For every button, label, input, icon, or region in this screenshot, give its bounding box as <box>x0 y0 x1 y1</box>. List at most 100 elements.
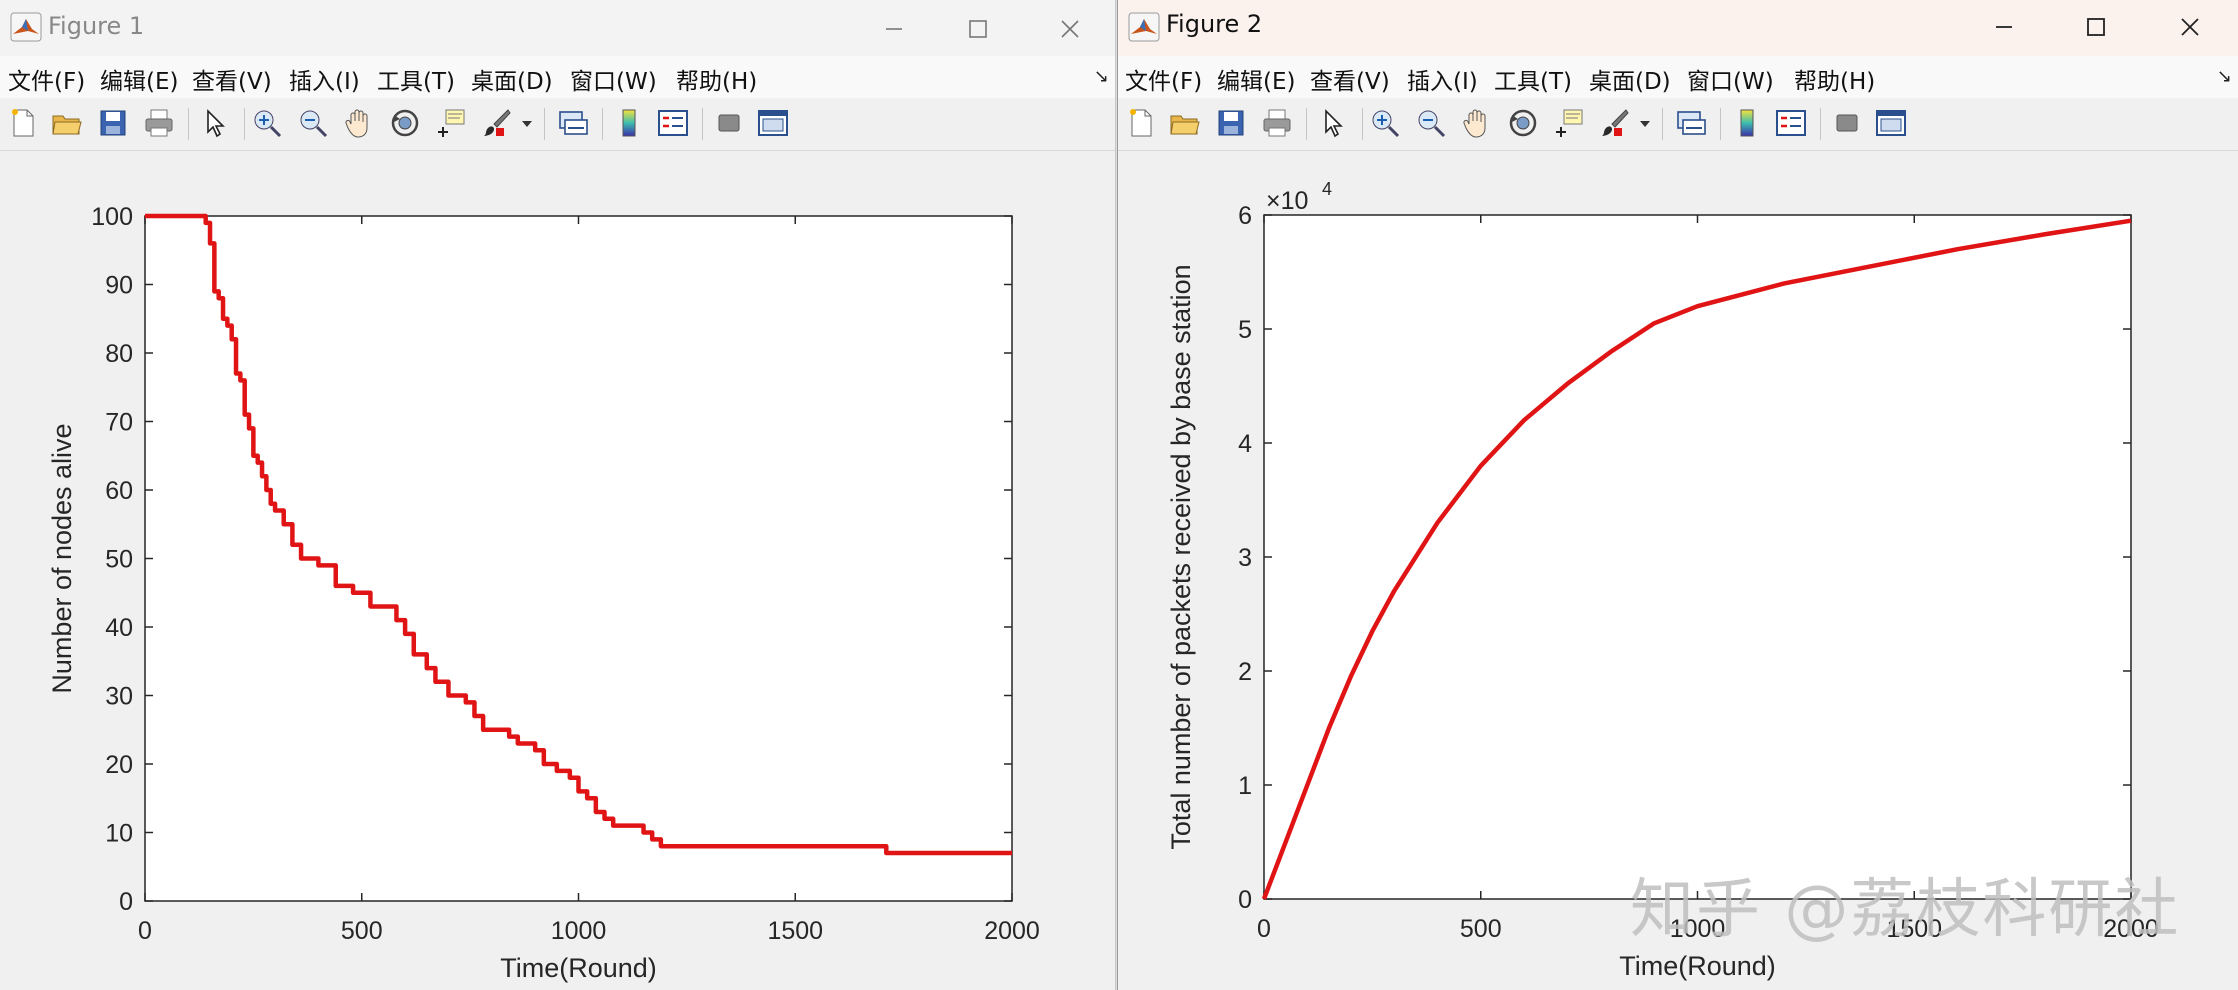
colorbar-icon[interactable] <box>612 106 646 140</box>
x-tick-label: 500 <box>1460 915 1502 943</box>
menu-help[interactable]: 帮助(H) <box>1794 62 1875 96</box>
y-tick-label: 0 <box>1238 886 1252 914</box>
figure-1-window: Figure 1 文件(F) 编辑(E) 查看(V) 插入(I) 工具(T) 桌… <box>0 0 1116 990</box>
x-axis-label: Time(Round) <box>1619 951 1776 981</box>
close-button[interactable] <box>1024 2 1116 54</box>
toolbar-separator <box>602 108 603 140</box>
figure-toolbar <box>1118 98 2238 150</box>
y-tick-label: 40 <box>105 614 133 642</box>
menu-edit[interactable]: 编辑(E) <box>1217 62 1295 96</box>
y-tick-label: 50 <box>105 546 133 574</box>
colorbar-icon[interactable] <box>1730 106 1764 140</box>
legend-icon[interactable] <box>656 106 690 140</box>
menu-view[interactable]: 查看(V) <box>192 62 272 96</box>
menu-file[interactable]: 文件(F) <box>8 62 85 96</box>
toolbar-separator <box>1720 108 1721 140</box>
figure-2-window: Figure 2 文件(F) 编辑(E) 查看(V) 插入(I) 工具(T) 桌… <box>1117 0 2238 990</box>
open-file-icon[interactable] <box>1168 106 1202 140</box>
legend-icon[interactable] <box>1774 106 1808 140</box>
y-axis-label: Number of nodes alive <box>47 423 77 693</box>
new-figure-icon[interactable] <box>1124 106 1158 140</box>
x-axis-label: Time(Round) <box>500 953 657 983</box>
figure-canvas: 0 500 1000 1500 2000 0 10 20 30 40 50 60 70 80 90 100 Ti… <box>0 150 1115 990</box>
minimize-button[interactable] <box>848 2 940 54</box>
data-cursor-icon[interactable] <box>434 106 468 140</box>
menu-desktop[interactable]: 桌面(D) <box>471 62 553 96</box>
zoom-out-icon[interactable] <box>1414 106 1448 140</box>
title-bar[interactable]: Figure 2 <box>1118 0 2238 56</box>
toolbar-separator <box>244 108 245 140</box>
brush-icon[interactable] <box>1598 106 1632 140</box>
menu-tools[interactable]: 工具(T) <box>377 62 455 96</box>
rotate-3d-icon[interactable] <box>388 106 422 140</box>
menu-edit[interactable]: 编辑(E) <box>100 62 178 96</box>
menu-bar: 文件(F) 编辑(E) 查看(V) 插入(I) 工具(T) 桌面(D) 窗口(W… <box>1118 56 2238 98</box>
zoom-out-icon[interactable] <box>296 106 330 140</box>
y-tick-label: 4 <box>1238 430 1252 458</box>
y-tick-label: 80 <box>105 340 133 368</box>
menu-window[interactable]: 窗口(W) <box>1687 62 1774 96</box>
save-icon[interactable] <box>1214 106 1248 140</box>
close-button[interactable] <box>2144 2 2236 54</box>
menu-help[interactable]: 帮助(H) <box>676 62 757 96</box>
y-tick-label: 30 <box>105 683 133 711</box>
dock-arrow-icon[interactable]: ↘ <box>1094 66 1109 87</box>
print-icon[interactable] <box>1260 106 1294 140</box>
alive-nodes-chart: 0 500 1000 1500 2000 0 10 20 30 40 50 60 70 80 90 100 Ti… <box>47 203 1040 983</box>
y-tick-label: 2 <box>1238 658 1252 686</box>
hide-plot-tools-icon[interactable] <box>1830 106 1864 140</box>
title-bar[interactable]: Figure 1 <box>0 0 1115 56</box>
open-file-icon[interactable] <box>50 106 84 140</box>
menu-tools[interactable]: 工具(T) <box>1494 62 1572 96</box>
menu-window[interactable]: 窗口(W) <box>570 62 657 96</box>
x-tick-label: 1000 <box>551 917 607 945</box>
menu-insert[interactable]: 插入(I) <box>289 62 360 96</box>
y-tick-label: 60 <box>105 477 133 505</box>
rotate-3d-icon[interactable] <box>1506 106 1540 140</box>
menu-view[interactable]: 查看(V) <box>1310 62 1390 96</box>
pointer-icon[interactable] <box>198 106 232 140</box>
link-plot-icon[interactable] <box>556 106 590 140</box>
toolbar-separator <box>1662 108 1663 140</box>
data-cursor-icon[interactable] <box>1552 106 1586 140</box>
brush-icon[interactable] <box>480 106 514 140</box>
y-tick-label: 20 <box>105 751 133 779</box>
new-figure-icon[interactable] <box>6 106 40 140</box>
show-plot-tools-icon[interactable] <box>756 106 790 140</box>
y-axis-label: Total number of packets received by base… <box>1166 264 1196 849</box>
zoom-in-icon[interactable] <box>1368 106 1402 140</box>
watermark: 知乎 @荔枝科研社 <box>1630 873 2181 947</box>
menu-insert[interactable]: 插入(I) <box>1407 62 1478 96</box>
x-tick-label: 0 <box>1257 915 1271 943</box>
y-tick-label: 0 <box>119 888 133 916</box>
hide-plot-tools-icon[interactable] <box>712 106 746 140</box>
y-tick-label: 6 <box>1238 202 1252 230</box>
x-tick-label: 2000 <box>984 917 1040 945</box>
y-tick-label: 3 <box>1238 544 1252 572</box>
pan-hand-icon[interactable] <box>342 106 376 140</box>
menu-file[interactable]: 文件(F) <box>1125 62 1202 96</box>
x-tick-label: 0 <box>138 917 152 945</box>
y-tick-label: 90 <box>105 272 133 300</box>
print-icon[interactable] <box>142 106 176 140</box>
zoom-in-icon[interactable] <box>250 106 284 140</box>
maximize-button[interactable] <box>2050 2 2142 54</box>
brush-dropdown-icon[interactable] <box>1634 106 1656 140</box>
toolbar-separator <box>188 108 189 140</box>
brush-dropdown-icon[interactable] <box>516 106 538 140</box>
matlab-icon <box>10 12 42 42</box>
toolbar-separator <box>1820 108 1821 140</box>
menu-desktop[interactable]: 桌面(D) <box>1589 62 1671 96</box>
show-plot-tools-icon[interactable] <box>1874 106 1908 140</box>
y-tick-label: 100 <box>91 203 133 231</box>
maximize-button[interactable] <box>932 2 1024 54</box>
link-plot-icon[interactable] <box>1674 106 1708 140</box>
save-icon[interactable] <box>96 106 130 140</box>
pan-hand-icon[interactable] <box>1460 106 1494 140</box>
matlab-icon <box>1128 12 1160 42</box>
pointer-icon[interactable] <box>1316 106 1350 140</box>
dock-arrow-icon[interactable]: ↘ <box>2217 66 2232 87</box>
y-tick-label: 10 <box>105 820 133 848</box>
minimize-button[interactable] <box>1958 2 2050 54</box>
toolbar-separator <box>1306 108 1307 140</box>
